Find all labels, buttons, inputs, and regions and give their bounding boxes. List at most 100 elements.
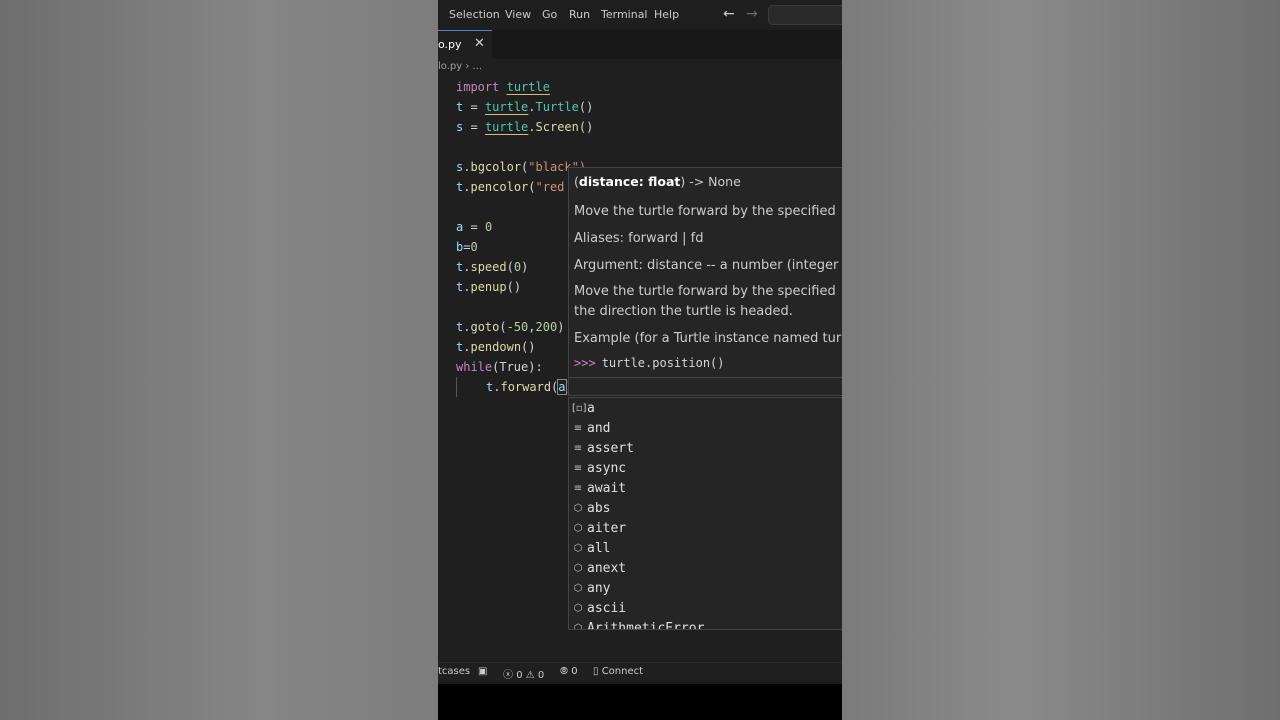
code-line-5: s.bgcolor("black") xyxy=(456,157,586,177)
suggestion-label: ArithmeticError xyxy=(587,621,705,630)
code-line-6: t.pencolor("red xyxy=(456,177,564,197)
breadcrumb-symbols[interactable]: ... xyxy=(473,61,483,72)
token-paren: () xyxy=(578,120,594,134)
command-center-search[interactable] xyxy=(768,5,842,25)
token-paren: ) xyxy=(521,260,529,274)
vscode-window: Selection View Go Run Terminal Help ← → … xyxy=(438,0,842,720)
tab-bar: o.py ✕ xyxy=(438,30,842,59)
code-line-15: while(True): xyxy=(456,357,543,377)
sig-param-active: distance: float xyxy=(578,174,681,189)
code-line-3: s = turtle.Screen() xyxy=(456,117,593,137)
doc-line: Move the turtle forward by the specified xyxy=(574,204,836,219)
back-arrow-icon[interactable]: ← xyxy=(723,6,735,22)
menu-selection[interactable]: Selection xyxy=(449,8,500,21)
parameter-hints-widget: (distance: float) -> None Move the turtl… xyxy=(568,167,842,396)
close-icon[interactable]: ✕ xyxy=(474,36,485,51)
code-line-9: b=0 xyxy=(456,237,478,257)
menu-go[interactable]: Go xyxy=(542,8,557,21)
token-number: 200 xyxy=(535,320,558,334)
token-module: turtle xyxy=(484,100,529,114)
token-keyword: while xyxy=(456,360,493,374)
code-line-14: t.pendown() xyxy=(456,337,536,357)
suggestion-item[interactable]: [▫] a xyxy=(569,399,842,419)
token-function: pencolor xyxy=(470,180,529,194)
code-line-10: t.speed(0) xyxy=(456,257,528,277)
suggest-widget: [▫] a ≡ and ≡ assert ≡ async ≡ await ⬡ abs ⬡ ai… xyxy=(568,397,842,630)
token-var: s xyxy=(456,120,464,134)
suggestion-label: async xyxy=(587,461,627,476)
code-line-2: t = turtle.Turtle() xyxy=(456,97,593,117)
code-line-13: t.goto(-50,200) xyxy=(456,317,564,337)
suggestion-item[interactable]: ≡ and xyxy=(569,419,842,439)
menu-help[interactable]: Help xyxy=(654,8,679,21)
menu-terminal[interactable]: Terminal xyxy=(601,8,648,21)
token-string: "red xyxy=(535,180,565,194)
suggestion-item[interactable]: ⬡ aiter xyxy=(569,519,842,539)
breadcrumb-file[interactable]: lo.py xyxy=(438,61,462,72)
token-paren: () xyxy=(521,340,536,354)
status-branch[interactable]: tcases xyxy=(438,666,470,677)
suggestion-label: a xyxy=(587,401,595,416)
function-icon: ⬡ xyxy=(573,563,583,574)
suggestion-item[interactable]: ≡ assert xyxy=(569,439,842,459)
token-function: Screen xyxy=(535,120,579,134)
token-number: 0 xyxy=(513,260,522,274)
suggestion-label: assert xyxy=(587,441,634,456)
ports-indicator[interactable]: ⦾ 0 xyxy=(560,666,578,677)
token-dot: . xyxy=(528,100,536,114)
suggestion-item[interactable]: ⬡ ArithmeticError xyxy=(569,619,842,630)
variable-icon: [▫] xyxy=(572,403,587,414)
connect-button[interactable]: ▯ Connect xyxy=(593,666,643,677)
suggestion-label: all xyxy=(587,541,611,556)
token-function: bgcolor xyxy=(470,160,522,174)
suggestion-label: any xyxy=(587,581,611,596)
doc-line: Argument: distance -- a number (integer xyxy=(574,258,839,273)
token-function: speed xyxy=(470,260,507,274)
warning-icon: ⚠ xyxy=(525,670,535,681)
token-dot: . xyxy=(528,120,536,134)
problems-indicator[interactable]: ⓧ 0 ⚠ 0 xyxy=(503,666,544,681)
token-function: pendown xyxy=(470,340,522,354)
suggestion-item[interactable]: ≡ async xyxy=(569,459,842,479)
suggestion-item[interactable]: ⬡ any xyxy=(569,579,842,599)
tab-python-file[interactable]: o.py ✕ xyxy=(438,30,492,59)
suggestion-item[interactable]: ⬡ ascii xyxy=(569,599,842,619)
token-paren: ( xyxy=(499,320,507,334)
suggestion-label: aiter xyxy=(587,521,627,536)
doc-prompt: >>> xyxy=(574,356,596,370)
function-icon: ⬡ xyxy=(573,503,583,514)
menu-run[interactable]: Run xyxy=(569,8,590,21)
token-keyword: import xyxy=(456,80,500,94)
tab-label: o.py xyxy=(438,38,462,51)
token-module: turtle xyxy=(506,80,550,94)
token-paren: ) xyxy=(557,320,565,334)
token-paren: () xyxy=(578,100,594,114)
suggestion-label: abs xyxy=(587,501,611,516)
token-class: Turtle xyxy=(535,100,579,114)
token-var: t xyxy=(456,100,464,114)
suggestion-item[interactable]: ⬡ anext xyxy=(569,559,842,579)
code-line-11: t.penup() xyxy=(456,277,521,297)
code-line-16: t.forward(a) xyxy=(486,377,573,397)
keyword-icon: ≡ xyxy=(573,463,583,474)
breadcrumb: lo.py › ... xyxy=(438,61,482,72)
menu-view[interactable]: View xyxy=(505,8,531,21)
code-line-1: import turtle xyxy=(456,77,550,97)
doc-line: the direction the turtle is headed. xyxy=(574,304,793,319)
token-function: goto xyxy=(470,320,500,334)
token-var: a xyxy=(456,220,464,234)
suggestion-item[interactable]: ⬡ abs xyxy=(569,499,842,519)
token-paren: () xyxy=(506,280,522,294)
token-paren: ( xyxy=(506,260,514,274)
divider xyxy=(569,377,842,378)
signature: (distance: float) -> None xyxy=(574,174,741,189)
suggestion-item[interactable]: ⬡ all xyxy=(569,539,842,559)
token-module: turtle xyxy=(484,120,529,134)
token-op: = xyxy=(470,120,478,134)
doc-line: Example (for a Turtle instance named tur xyxy=(574,331,842,346)
suggestion-item[interactable]: ≡ await xyxy=(569,479,842,499)
save-icon[interactable]: ▣ xyxy=(478,666,487,677)
forward-arrow-icon[interactable]: → xyxy=(746,6,758,22)
status-bar: tcases ▣ ⓧ 0 ⚠ 0 ⦾ 0 ▯ Connect xyxy=(438,662,842,683)
function-icon: ⬡ xyxy=(573,583,583,594)
